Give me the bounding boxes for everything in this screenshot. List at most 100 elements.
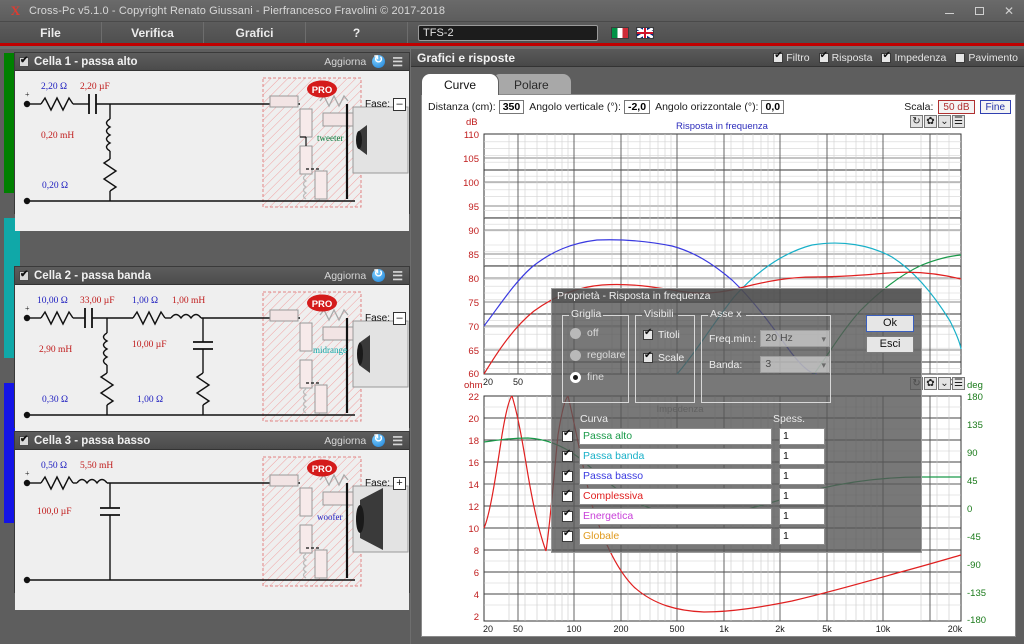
svg-text:-135: -135: [967, 588, 986, 599]
cell-2-menu-icon[interactable]: ☰: [392, 270, 403, 282]
griglia-option-off[interactable]: off: [570, 327, 628, 339]
scale-value-button[interactable]: 50 dB: [938, 99, 975, 114]
it-flag-icon[interactable]: [611, 26, 629, 39]
cell-3-update-label[interactable]: Aggiorna: [324, 435, 366, 447]
radio-off[interactable]: [570, 327, 581, 339]
project-name-input[interactable]: TFS-2: [418, 24, 598, 41]
cell-1-update-label[interactable]: Aggiorna: [324, 56, 366, 68]
table-row[interactable]: Globale 1: [562, 528, 912, 545]
radio-regolare[interactable]: [570, 349, 581, 361]
curve-name-complessiva[interactable]: Complessiva: [579, 488, 772, 505]
freq-min-select[interactable]: 20 Hz ▾: [760, 330, 830, 347]
option-pavimento[interactable]: Pavimento: [955, 52, 1018, 64]
properties-dialog: Proprietà - Risposta in frequenza Grigli…: [551, 288, 922, 553]
cell-1-enable-checkbox[interactable]: [19, 55, 29, 67]
griglia-option-regolare[interactable]: regolare: [570, 349, 628, 361]
table-row[interactable]: Passa alto 1: [562, 428, 912, 445]
cell-2-update-label[interactable]: Aggiorna: [324, 270, 366, 282]
impedenza-checkbox[interactable]: [881, 50, 892, 63]
curve-thickness-passa-banda[interactable]: 1: [779, 448, 825, 465]
filtro-label: Filtro: [786, 51, 810, 64]
fine-button[interactable]: Fine: [979, 99, 1011, 114]
banda-value: 3: [765, 358, 772, 370]
esci-button[interactable]: Esci: [866, 336, 914, 353]
tab-polare[interactable]: Polare: [491, 73, 572, 95]
table-row[interactable]: Energetica 1: [562, 508, 912, 525]
curve-name-globale[interactable]: Globale: [579, 528, 772, 545]
menu-item-file[interactable]: File: [0, 22, 102, 43]
cell-3-phase-button[interactable]: +: [393, 477, 406, 490]
cell-1-phase-button[interactable]: –: [393, 98, 406, 111]
cell-3-schematic[interactable]: + PRO 0,50 Ω 5,50 mH 100,0 µF woofer Fas…: [15, 450, 409, 610]
menu-icon[interactable]: ☰: [952, 377, 965, 390]
refresh-icon[interactable]: [372, 267, 386, 282]
cell-1-header[interactable]: Cella 1 - passa alto Aggiorna ☰: [15, 53, 409, 71]
curve-thickness-energetica[interactable]: 1: [779, 508, 825, 525]
menu-item-help[interactable]: ?: [306, 22, 408, 43]
vertical-angle-input[interactable]: -2,0: [623, 99, 651, 114]
curve-checkbox-complessiva[interactable]: [562, 488, 573, 502]
option-risposta[interactable]: Risposta: [818, 50, 872, 64]
refresh-icon[interactable]: [372, 53, 386, 68]
settings-icon[interactable]: ✿: [924, 115, 937, 128]
griglia-option-fine[interactable]: fine: [570, 371, 628, 383]
banda-select[interactable]: 3 ▾: [760, 356, 830, 373]
table-row[interactable]: Passa banda 1: [562, 448, 912, 465]
risposta-checkbox[interactable]: [818, 50, 829, 63]
option-filtro[interactable]: Filtro: [773, 50, 810, 64]
radio-fine[interactable]: [570, 371, 581, 383]
visibili-option-scale[interactable]: Scale: [643, 350, 694, 364]
horizontal-angle-input[interactable]: 0,0: [761, 99, 785, 114]
tab-curve[interactable]: Curve: [421, 73, 500, 95]
visibili-option-titoli[interactable]: Titoli: [643, 327, 694, 341]
chevron-down-icon: ▾: [821, 360, 826, 370]
menu-item-grafici[interactable]: Grafici: [204, 22, 306, 43]
close-button[interactable]: ✕: [994, 0, 1024, 22]
curve-name-passa-alto[interactable]: Passa alto: [579, 428, 772, 445]
collapse-icon[interactable]: ⌄: [938, 377, 951, 390]
cell-1-schematic[interactable]: + PRO 2,20 Ω 2,20 µF 0,20 mH 0,20 Ω twee…: [15, 71, 409, 231]
cell-3-header[interactable]: Cella 3 - passa basso Aggiorna ☰: [15, 432, 409, 450]
menu-item-verifica[interactable]: Verifica: [102, 22, 204, 43]
titoli-checkbox[interactable]: [643, 327, 653, 340]
graphs-panel-title: Grafici e risposte: [417, 50, 516, 65]
pavimento-checkbox[interactable]: [955, 52, 966, 63]
reset-zoom-icon[interactable]: ↻: [910, 115, 923, 128]
curve-checkbox-energetica[interactable]: [562, 508, 573, 522]
curve-name-passa-basso[interactable]: Passa basso: [579, 468, 772, 485]
scale-checkbox[interactable]: [643, 350, 653, 363]
curve-name-passa-banda[interactable]: Passa banda: [579, 448, 772, 465]
table-row[interactable]: Passa basso 1: [562, 468, 912, 485]
cell-3-enable-checkbox[interactable]: [19, 434, 29, 446]
svg-text:1,00 Ω: 1,00 Ω: [132, 296, 158, 306]
curve-name-energetica[interactable]: Energetica: [579, 508, 772, 525]
collapse-icon[interactable]: ⌄: [938, 115, 951, 128]
refresh-icon[interactable]: [372, 432, 386, 447]
minimize-button[interactable]: [934, 0, 964, 22]
filtro-checkbox[interactable]: [773, 50, 784, 63]
cell-2-schematic[interactable]: + PRO 10,00 Ω 33,00 µF 1,00 Ω 1,00 mH 2,…: [15, 285, 409, 445]
option-impedenza[interactable]: Impedenza: [881, 50, 946, 64]
cell-3-menu-icon[interactable]: ☰: [392, 435, 403, 447]
svg-text:PRO: PRO: [312, 85, 333, 96]
uk-flag-icon[interactable]: [636, 26, 654, 39]
curve-thickness-passa-basso[interactable]: 1: [779, 468, 825, 485]
curve-thickness-complessiva[interactable]: 1: [779, 488, 825, 505]
cell-2-header[interactable]: Cella 2 - passa banda Aggiorna ☰: [15, 267, 409, 285]
curve-checkbox-passa-basso[interactable]: [562, 468, 573, 482]
maximize-button[interactable]: [964, 0, 994, 22]
menu-icon[interactable]: ☰: [952, 115, 965, 128]
curve-checkbox-passa-banda[interactable]: [562, 448, 573, 462]
curve-checkbox-passa-alto[interactable]: [562, 428, 573, 442]
settings-icon[interactable]: ✿: [924, 377, 937, 390]
curve-checkbox-globale[interactable]: [562, 528, 573, 542]
table-row[interactable]: Complessiva 1: [562, 488, 912, 505]
distance-input[interactable]: 350: [498, 99, 525, 114]
curve-thickness-passa-alto[interactable]: 1: [779, 428, 825, 445]
cell-2-enable-checkbox[interactable]: [19, 269, 29, 281]
cell-1-menu-icon[interactable]: ☰: [392, 56, 403, 68]
ok-button[interactable]: Ok: [866, 315, 914, 332]
curve-thickness-globale[interactable]: 1: [779, 528, 825, 545]
cell-1-phase-label: Fase:: [364, 99, 390, 110]
cell-2-phase-button[interactable]: –: [393, 312, 406, 325]
